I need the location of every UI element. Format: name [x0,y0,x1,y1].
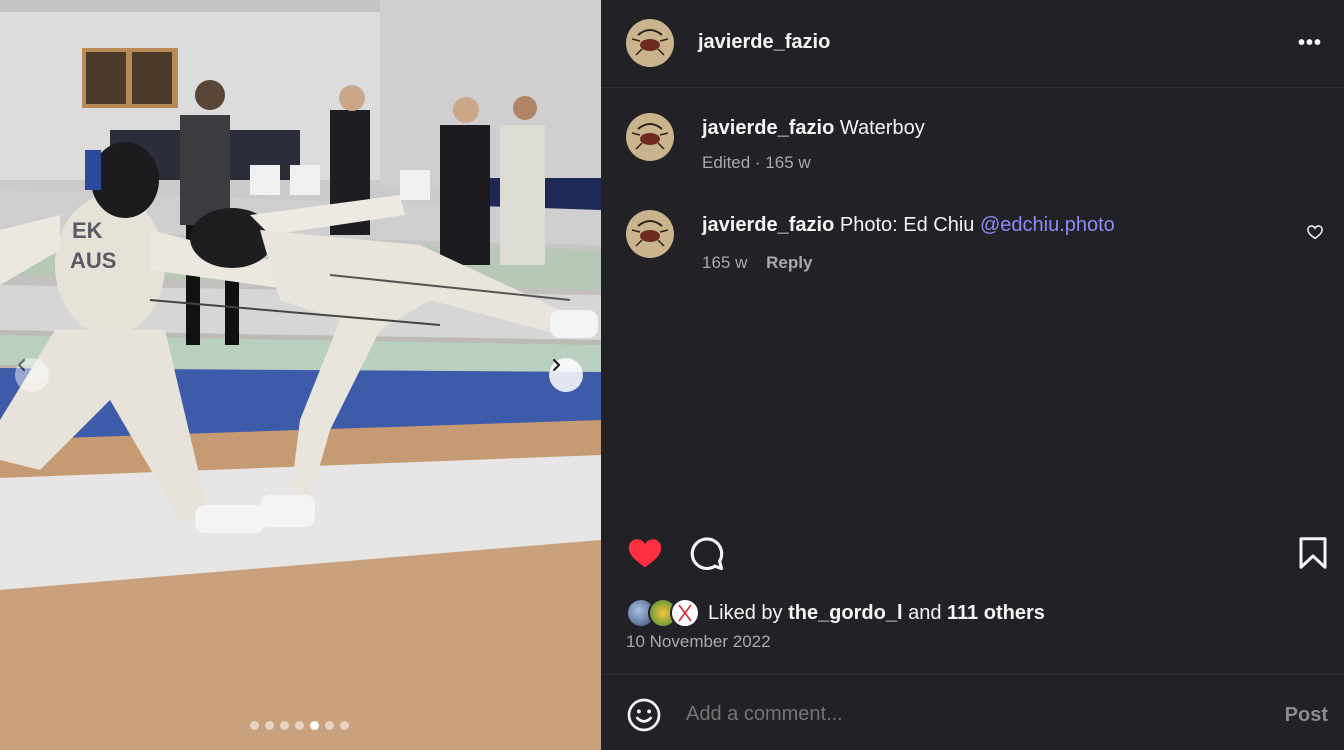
likes-others-count[interactable]: 111 others [947,602,1045,624]
chevron-right-icon [552,358,561,372]
liker-username[interactable]: the_gordo_l [788,602,902,624]
action-bar [601,534,1344,578]
liker-avatar [670,598,700,628]
author-avatar[interactable] [626,19,674,67]
author-username[interactable]: javierde_fazio [698,31,830,54]
jacket-text-1: EK [72,218,103,243]
post-media[interactable]: EK AUS [0,0,601,750]
mention-link[interactable]: @edchiu.photo [980,214,1115,236]
carousel-dot [295,721,304,730]
next-slide-button[interactable] [549,358,583,392]
beetle-logo-icon [631,123,669,150]
comment-input[interactable] [686,703,1246,726]
comment-text: Photo: Ed Chiu [839,214,975,236]
carousel-dot [340,721,349,730]
beetle-logo-icon [631,220,669,247]
emoji-button[interactable] [626,697,662,738]
post-comment-button[interactable]: Post [1285,704,1328,727]
comment-meta: Edited · 165 w [702,153,811,173]
heart-outline-icon [1307,225,1323,240]
carousel-dot [250,721,259,730]
heart-filled-icon [628,539,662,568]
fencing-photo: EK AUS [0,0,601,750]
reply-button[interactable]: Reply [766,253,812,272]
carousel-dot [280,721,289,730]
post-date[interactable]: 10 November 2022 [626,632,771,652]
likes-and: and [908,601,942,624]
post-side-panel: javierde_fazio ••• javierde_fazio Waterb… [601,0,1344,750]
comment-meta: 165 w Reply [702,253,812,273]
likes-text[interactable]: Liked by the_gordo_l and 111 others [708,602,1045,625]
comment-text: Waterboy [839,117,925,139]
comment-avatar[interactable] [626,210,674,258]
comment-bubble-icon [690,537,724,571]
comment-username[interactable]: javierde_fazio [702,214,834,236]
save-button[interactable] [1295,534,1331,577]
comment-username[interactable]: javierde_fazio [702,117,834,139]
smiley-icon [627,698,661,732]
post-dialog: EK AUS javierde_fazio ••• javierde_fazio… [0,0,1344,750]
comment-body: javierde_fazio Photo: Ed Chiu @edchiu.ph… [702,212,1302,238]
previous-slide-button[interactable] [15,358,49,392]
jacket-text-2: AUS [70,248,116,273]
comment-composer: Post [601,674,1344,750]
comment-timestamp: Edited · 165 w [702,153,811,172]
likes-summary: Liked by the_gordo_l and 111 others [626,597,1045,629]
comment-like-button[interactable] [1306,223,1324,246]
post-header: javierde_fazio ••• [601,0,1344,88]
carousel-dot [265,721,274,730]
carousel-dot [325,721,334,730]
comment-timestamp: 165 w [702,253,748,272]
like-button[interactable] [626,534,664,577]
more-options-button[interactable]: ••• [1298,32,1322,55]
crossed-swords-icon [678,604,692,622]
comment-button[interactable] [687,534,725,577]
comment-avatar[interactable] [626,113,674,161]
likes-prefix: Liked by [708,601,783,624]
liker-avatars[interactable] [626,598,704,628]
chevron-left-icon [17,358,26,372]
bookmark-icon [1299,537,1327,569]
carousel-indicator [250,721,349,730]
beetle-logo-icon [631,29,669,56]
comment-body: javierde_fazio Waterboy [702,115,1302,141]
carousel-dot-active [310,721,319,730]
